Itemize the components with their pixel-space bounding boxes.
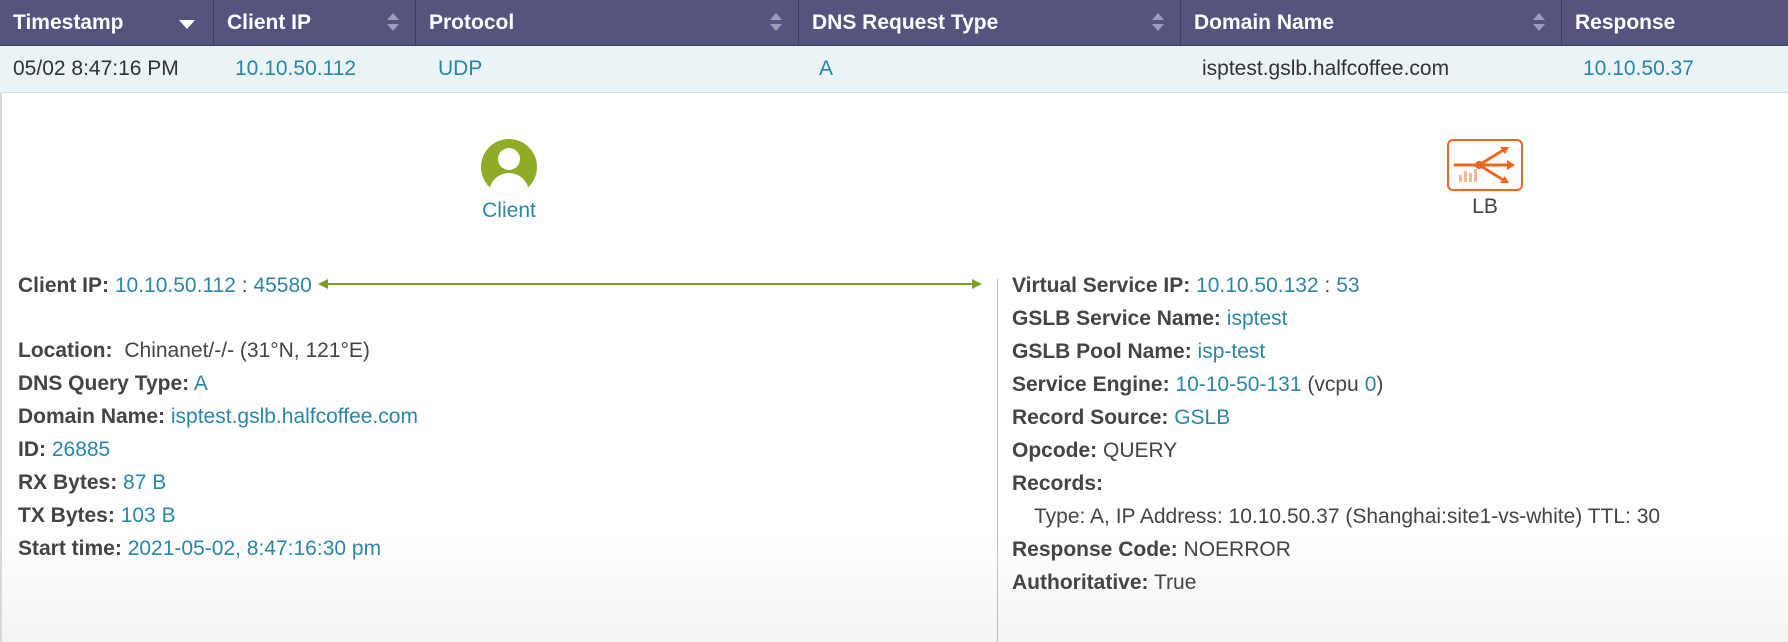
start-time-value[interactable]: 2021-05-02, 8:47:16:30 pm (128, 537, 381, 560)
rx-bytes-value[interactable]: 87 B (123, 471, 166, 494)
sort-icon[interactable] (1533, 13, 1545, 33)
vcpu-value[interactable]: 0 (1365, 373, 1377, 396)
vs-ip-label: Virtual Service IP: (1012, 274, 1191, 297)
column-header-client-ip[interactable]: Client IP (214, 0, 416, 45)
start-time-label: Start time: (18, 537, 122, 560)
dns-query-type-label: DNS Query Type: (18, 372, 190, 395)
vcpu-label: (vcpu (1307, 373, 1359, 396)
dns-query-type-row: DNS Query Type: A (18, 367, 418, 400)
authoritative-value: True (1153, 571, 1197, 594)
vs-ip-value[interactable]: 10.10.50.132 (1196, 274, 1319, 297)
cell-timestamp: 05/02 8:47:16 PM (13, 57, 179, 80)
records-row: Records: (1012, 467, 1660, 500)
record-source-row: Record Source: GSLB (1012, 401, 1660, 434)
column-header-dns-request-type[interactable]: DNS Request Type (799, 0, 1181, 45)
sort-icon[interactable] (1152, 13, 1164, 33)
column-header-protocol[interactable]: Protocol (416, 0, 799, 45)
gslb-pool-value[interactable]: isp-test (1198, 340, 1266, 363)
gslb-service-label: GSLB Service Name: (1012, 307, 1221, 330)
column-label: DNS Request Type (812, 11, 999, 34)
id-label: ID: (18, 438, 46, 461)
rx-bytes-label: RX Bytes: (18, 471, 118, 494)
opcode-label: Opcode: (1012, 439, 1098, 462)
client-ip-row: Client IP: 10.10.50.112 : 45580 (18, 269, 418, 302)
domain-name-row: Domain Name: isptest.gslb.halfcoffee.com (18, 400, 418, 433)
opcode-row: Opcode: QUERY (1012, 434, 1660, 467)
tx-bytes-label: TX Bytes: (18, 504, 115, 527)
location-label: Location: (18, 339, 113, 362)
table-header: Timestamp Client IP Protocol DNS Request… (0, 0, 1788, 46)
cell-response[interactable]: 10.10.50.37 (1570, 46, 1694, 92)
tx-bytes-value[interactable]: 103 B (121, 504, 176, 527)
dns-query-type-value[interactable]: A (194, 372, 208, 395)
vs-port-value[interactable]: 53 (1336, 274, 1359, 297)
column-label: Protocol (429, 11, 515, 34)
gslb-pool-label: GSLB Pool Name: (1012, 340, 1192, 363)
id-value[interactable]: 26885 (52, 438, 110, 461)
lb-node-label: LB (1472, 195, 1498, 218)
client-node-label: Client (482, 199, 536, 222)
authoritative-row: Authoritative: True (1012, 566, 1660, 599)
gslb-service-value[interactable]: isptest (1227, 307, 1288, 330)
record-source-label: Record Source: (1012, 406, 1169, 429)
column-header-domain-name[interactable]: Domain Name (1181, 0, 1562, 45)
client-ip-label: Client IP: (18, 274, 110, 297)
cell-protocol[interactable]: UDP (425, 46, 482, 92)
ip-port-separator: : (1324, 274, 1331, 297)
log-detail-panel: Client LB Client IP: 10.10.50.112: 4558… (0, 93, 1788, 642)
client-ip-value[interactable]: 10.10.50.112 (115, 274, 236, 297)
ip-port-separator: : (241, 274, 248, 297)
column-header-response[interactable]: Response (1562, 0, 1788, 45)
sort-icon[interactable] (387, 13, 399, 33)
response-code-row: Response Code: NOERROR (1012, 533, 1660, 566)
vs-ip-row: Virtual Service IP: 10.10.50.132 : 53 (1012, 269, 1660, 302)
table-row[interactable]: 05/02 8:47:16 PM 10.10.50.112 UDP A ispt… (0, 46, 1788, 93)
domain-name-value[interactable]: isptest.gslb.halfcoffee.com (171, 405, 418, 428)
gslb-service-row: GSLB Service Name: isptest (1012, 302, 1660, 335)
column-label: Timestamp (13, 11, 124, 34)
record-source-value[interactable]: GSLB (1174, 406, 1230, 429)
record-entry: Type: A, IP Address: 10.10.50.37 (Shangh… (1034, 505, 1661, 528)
response-code-label: Response Code: (1012, 538, 1178, 561)
load-balancer-icon (1447, 139, 1523, 191)
service-engine-label: Service Engine: (1012, 373, 1170, 396)
response-code-value: NOERROR (1183, 538, 1291, 561)
tx-bytes-row: TX Bytes: 103 B (18, 499, 418, 532)
client-node[interactable]: Client (459, 139, 559, 223)
lb-node[interactable]: LB (1435, 139, 1535, 219)
column-label: Response (1575, 11, 1676, 34)
cell-domain-name: isptest.gslb.halfcoffee.com (1202, 57, 1450, 80)
authoritative-label: Authoritative: (1012, 571, 1149, 594)
user-avatar-icon (481, 139, 537, 195)
opcode-value: QUERY (1103, 439, 1178, 462)
service-engine-value[interactable]: 10-10-50-131 (1175, 373, 1301, 396)
start-time-row: Start time: 2021-05-02, 8:47:16:30 pm (18, 532, 418, 565)
service-engine-row: Service Engine: 10-10-50-131 (vcpu 0) (1012, 368, 1660, 401)
vcpu-close: ) (1376, 373, 1384, 396)
column-label: Domain Name (1194, 11, 1335, 34)
domain-name-label: Domain Name: (18, 405, 166, 428)
rx-bytes-row: RX Bytes: 87 B (18, 466, 418, 499)
client-port-value[interactable]: 45580 (253, 274, 311, 297)
panel-divider (997, 279, 998, 642)
records-label: Records: (1012, 472, 1104, 495)
cell-client-ip[interactable]: 10.10.50.112 (222, 46, 356, 92)
id-row: ID: 26885 (18, 433, 418, 466)
sort-icon[interactable] (770, 13, 782, 33)
client-details: Client IP: 10.10.50.112 : 45580 Location… (18, 269, 418, 565)
cell-dns-request-type[interactable]: A (806, 46, 833, 92)
server-details: Virtual Service IP: 10.10.50.132 : 53 GS… (1012, 269, 1660, 599)
sort-descending-icon[interactable] (179, 20, 195, 29)
location-row: Location: Chinanet/-/- (31°N, 121°E) (18, 334, 418, 367)
location-value: Chinanet/-/- (31°N, 121°E) (124, 339, 370, 362)
gslb-pool-row: GSLB Pool Name: isp-test (1012, 335, 1660, 368)
column-header-timestamp[interactable]: Timestamp (0, 0, 214, 45)
column-label: Client IP (227, 11, 312, 34)
